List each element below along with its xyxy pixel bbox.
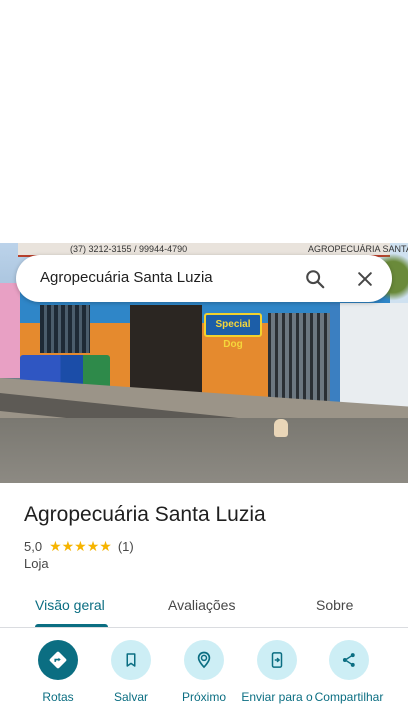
tab-active-indicator [35,624,108,627]
tab-about[interactable]: Sobre [316,597,353,613]
photo-cat [274,419,288,437]
photo-window [40,305,90,353]
rating-value: 5,0 [24,538,43,554]
blank-area [0,0,408,243]
nearby-icon[interactable] [184,640,224,680]
photo-brand-sign: Special Dog [204,313,262,350]
photo-sign-phone: (37) 3212-3155 / 99944-4790 [70,244,188,254]
photo-brand-text: Special Dog [215,319,251,350]
action-bar: Rotas Salvar Próximo Enviar para o Compa… [0,640,408,726]
bookmark-icon[interactable] [111,640,151,680]
tab-overview[interactable]: Visão geral [35,597,105,613]
tab-reviews[interactable]: Avaliações [168,597,235,613]
place-title: Agropecuária Santa Luzia [24,503,266,526]
tab-bar: Visão geral Avaliações Sobre [0,583,408,628]
photo-wall-left [0,283,22,378]
share-label: Compartilhar [314,690,384,704]
send-to-phone-label: Enviar para o [241,690,313,704]
search-query[interactable]: Agropecuária Santa Luzia [40,269,213,286]
rating-row[interactable]: 5,0 ★★★★★ (1) [24,537,134,555]
directions-icon[interactable] [38,640,78,680]
place-category: Loja [24,556,49,571]
photo-street [0,418,408,483]
search-bar[interactable]: Agropecuária Santa Luzia [16,255,392,302]
search-icon[interactable] [301,265,329,293]
save-label: Salvar [113,690,148,704]
review-count: (1) [117,538,134,554]
photo-gate [268,313,330,409]
send-to-phone-icon[interactable] [257,640,297,680]
nearby-label: Próximo [181,690,226,704]
share-icon[interactable] [329,640,369,680]
share-button[interactable]: Compartilhar [304,640,394,704]
star-rating-icon: ★★★★★ [49,537,112,554]
photo-door [130,305,202,397]
directions-label: Rotas [42,690,74,704]
close-icon[interactable] [351,265,379,293]
